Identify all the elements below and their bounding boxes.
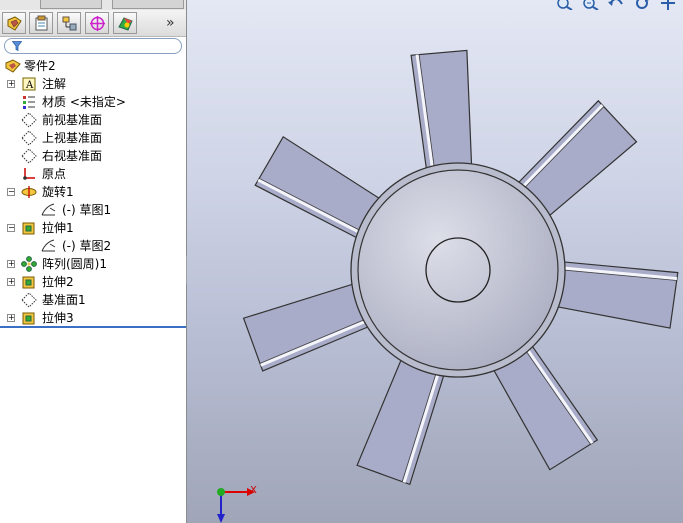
- plane-icon: [21, 130, 37, 146]
- plane-icon: [21, 112, 37, 128]
- expand-panel-arrows[interactable]: »: [166, 15, 175, 31]
- feature-manager-tab[interactable]: [2, 12, 26, 34]
- svg-text:A: A: [25, 80, 34, 91]
- tree-item-label: 基准面1: [42, 293, 86, 307]
- sketch-icon: [41, 239, 56, 252]
- tree-item-label: 右视基准面: [42, 149, 103, 163]
- property-manager-tab[interactable]: [29, 12, 53, 34]
- revolve-icon: [21, 186, 37, 198]
- dimxpert-manager-tab[interactable]: [85, 12, 109, 34]
- top-strip-tab[interactable]: [40, 0, 102, 9]
- rotate-icon: [636, 0, 650, 9]
- triad-x-label: X: [250, 485, 257, 496]
- tree-item-label: 材质 <未指定>: [42, 95, 126, 109]
- zoom-area-icon: [582, 0, 599, 11]
- tree-root-label: 零件2: [24, 59, 56, 73]
- tree-item-label: 前视基准面: [42, 113, 103, 127]
- collapse-toggle[interactable]: −: [7, 188, 15, 196]
- graphics-viewport[interactable]: X: [187, 0, 683, 523]
- plane-icon: [21, 148, 37, 164]
- zoom-area-button[interactable]: [582, 0, 600, 11]
- collapse-toggle[interactable]: −: [7, 224, 15, 232]
- feature-manager-panel: » 零件2 + A 注解材质 <未指定> 前视基准面上视基准面右视基准面原点 − 旋转1 (…: [0, 0, 187, 523]
- tree-filter-input[interactable]: [4, 38, 182, 54]
- previous-view-icon: [608, 0, 624, 6]
- tree-item-label: 拉伸2: [42, 275, 74, 289]
- tree-item-label: 阵列(圆周)1: [42, 257, 107, 271]
- expand-toggle[interactable]: +: [7, 80, 15, 88]
- extrude-icon: [22, 312, 35, 325]
- circular-pattern-icon: [21, 256, 37, 272]
- annotation-icon: A: [22, 77, 36, 91]
- tree-item-label: 拉伸3: [42, 311, 74, 325]
- material-icon: [23, 96, 35, 109]
- tree-item-label: (-) 草图2: [62, 239, 112, 253]
- triad-z-axis: [217, 488, 225, 496]
- tree-item-label: (-) 草图1: [62, 203, 112, 217]
- origin-icon: [23, 168, 35, 180]
- heads-up-view-toolbar: [552, 0, 677, 11]
- fan-model[interactable]: [187, 0, 683, 523]
- tree-item-label: 注解: [42, 77, 67, 91]
- property-manager-icon: [35, 15, 48, 31]
- part-icon: [5, 59, 21, 73]
- configuration-manager-tab[interactable]: [57, 12, 81, 34]
- rotate-view-button[interactable]: [633, 0, 651, 10]
- feature-manager-icon: [7, 16, 22, 31]
- top-tab-strip: [0, 0, 186, 10]
- zoom-to-fit-icon: [556, 0, 573, 11]
- pan-icon: [661, 0, 675, 10]
- zoom-to-fit-button[interactable]: [556, 0, 574, 11]
- panel-divider: [0, 326, 186, 328]
- tree-item-label: 拉伸1: [42, 221, 74, 235]
- filter-icon: [12, 41, 22, 51]
- display-manager-icon: [118, 17, 133, 31]
- expand-toggle[interactable]: +: [7, 260, 15, 268]
- configuration-manager-icon: [62, 16, 77, 31]
- top-strip-tab[interactable]: [112, 0, 184, 9]
- tree-item-label: 原点: [42, 167, 67, 181]
- previous-view-button[interactable]: [607, 0, 625, 10]
- extrude-icon: [22, 222, 35, 235]
- fan-hub-face: [357, 169, 559, 371]
- sketch-icon: [41, 203, 56, 216]
- manager-tab-bar: »: [0, 10, 186, 37]
- extrude-icon: [22, 276, 35, 289]
- dimxpert-manager-icon: [90, 16, 105, 31]
- pan-view-button[interactable]: [659, 0, 677, 10]
- display-manager-tab[interactable]: [113, 12, 137, 34]
- expand-toggle[interactable]: +: [7, 278, 15, 286]
- tree-item-label: 旋转1: [42, 185, 74, 199]
- expand-toggle[interactable]: +: [7, 314, 15, 322]
- tree-item-label: 上视基准面: [42, 131, 103, 145]
- plane-icon: [21, 292, 37, 308]
